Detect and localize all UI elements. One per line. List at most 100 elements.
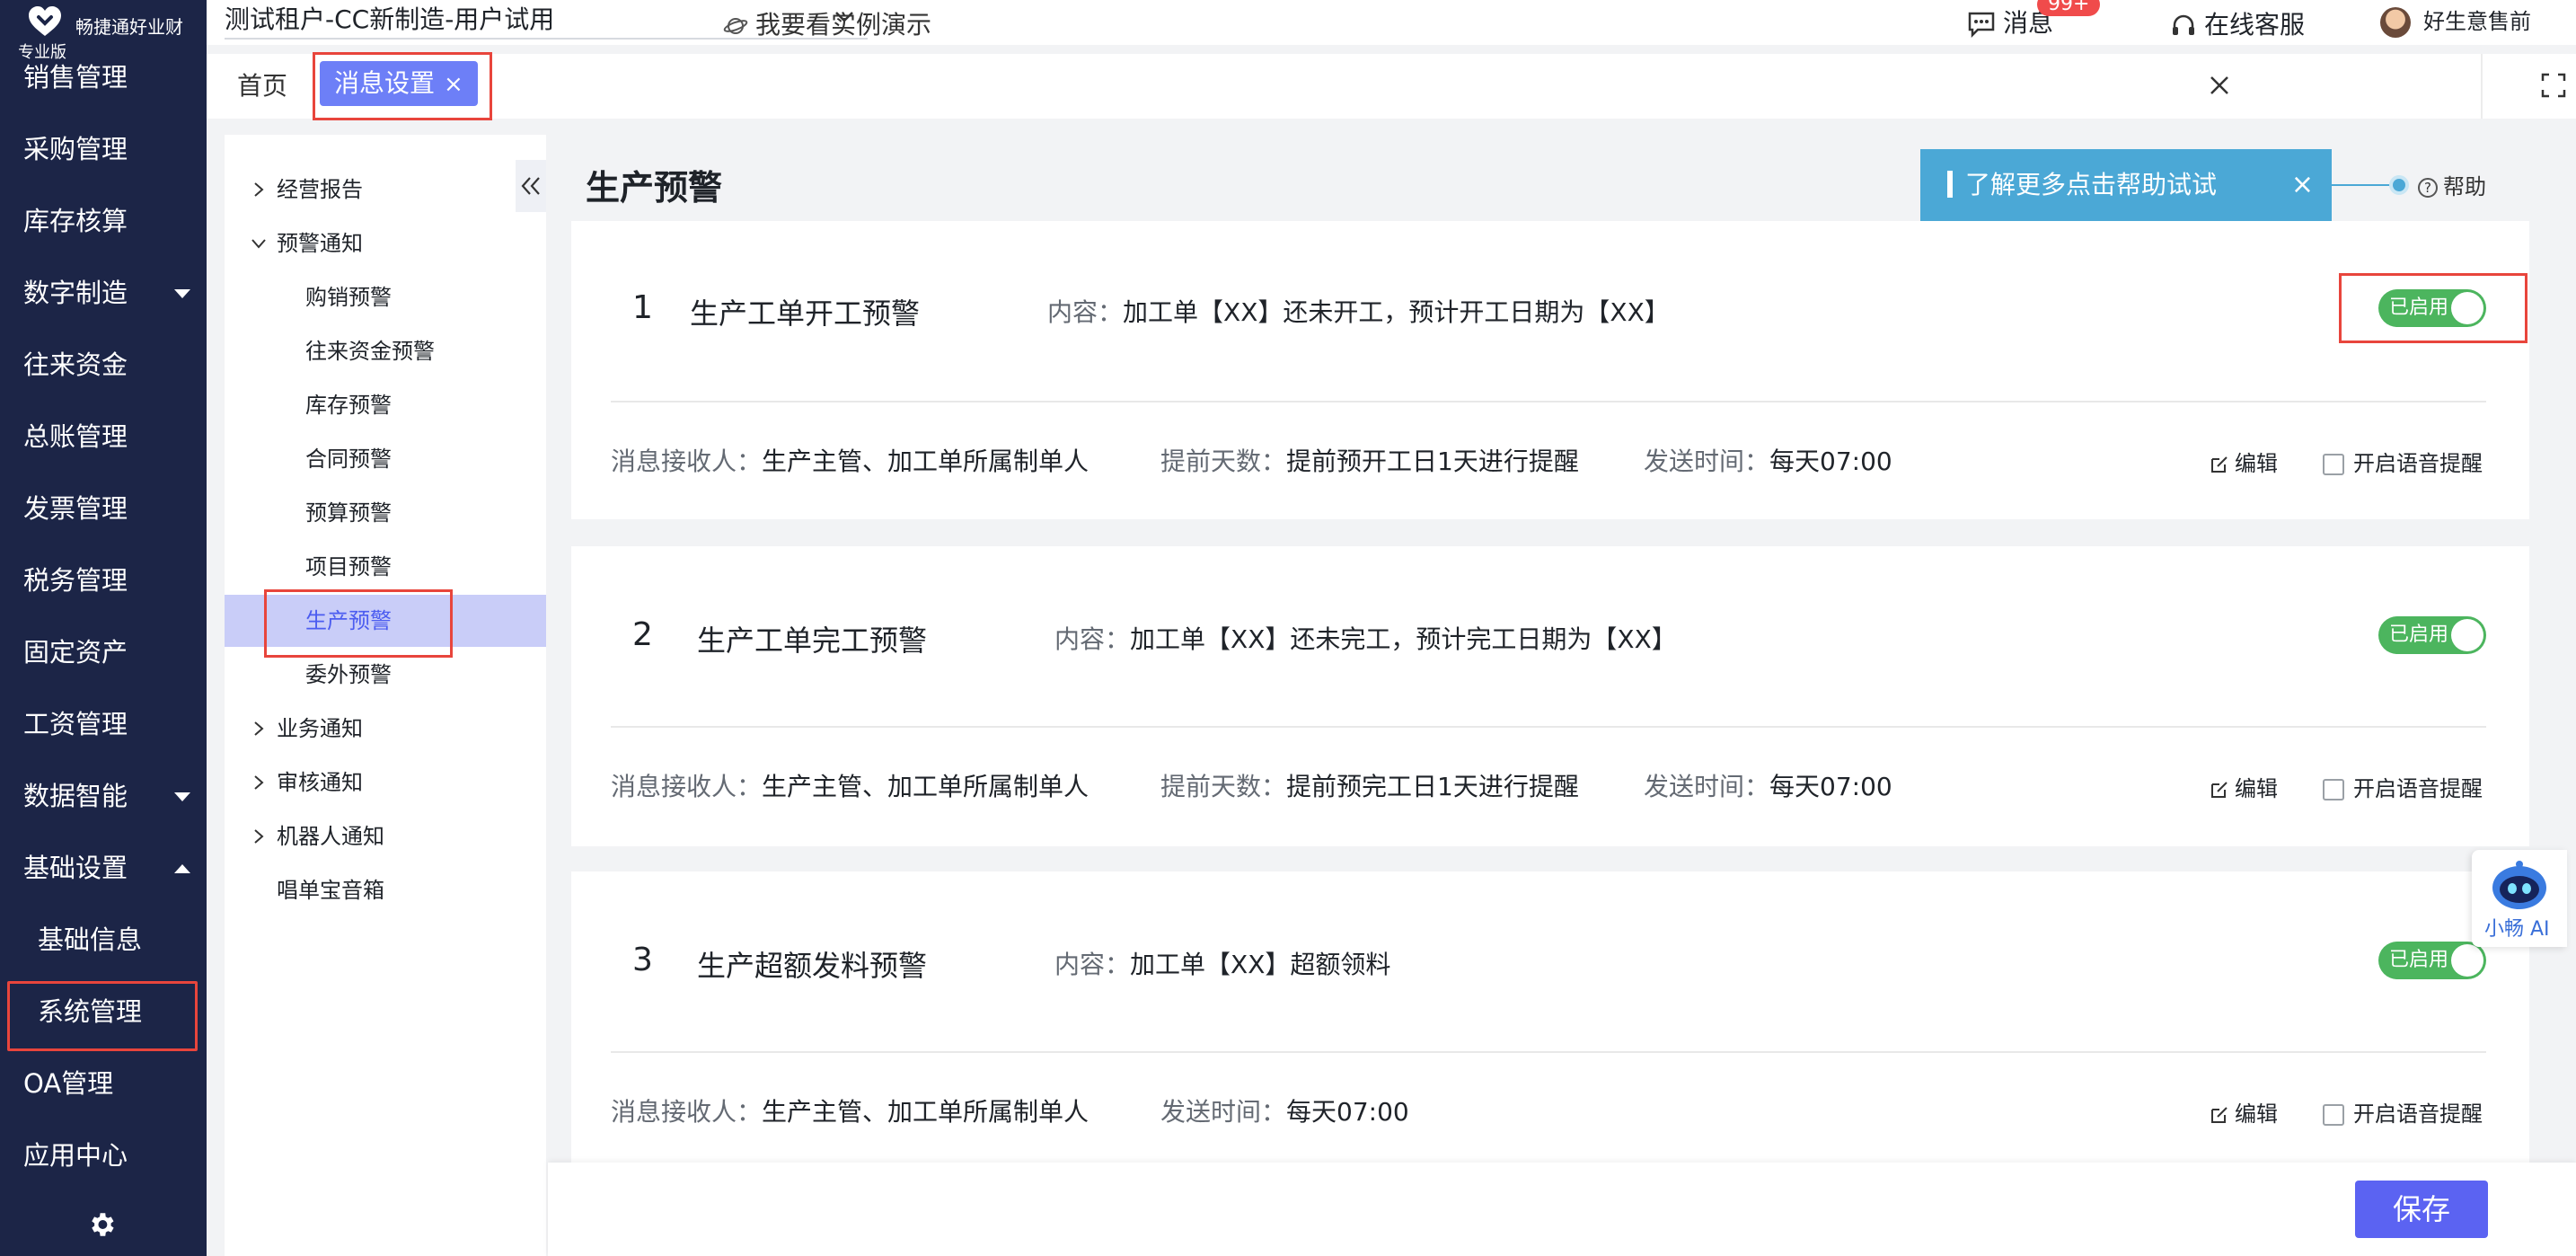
tabbar-divider	[2481, 54, 2483, 119]
user-menu[interactable]: 好生意售前	[2380, 4, 2531, 38]
send-value: 每天07:00	[1769, 772, 1892, 801]
fullscreen-icon[interactable]	[2540, 72, 2567, 99]
help-tip: 了解更多点击帮助试试 ×	[1920, 149, 2332, 221]
nav-item-app-center[interactable]: 应用中心	[0, 1119, 207, 1191]
ai-label: 小畅 AI	[2484, 918, 2550, 941]
gear-icon[interactable]	[86, 1209, 117, 1240]
content-label: 内容：	[1047, 297, 1124, 327]
caret-down-icon	[174, 792, 190, 801]
switch-knob	[2451, 944, 2483, 977]
tab-highlight-outline	[313, 52, 492, 120]
tree-item-contract-alert[interactable]: 合同预警	[225, 433, 546, 485]
nav-item-label: 基础信息	[38, 924, 143, 955]
alert-content: 内容：加工单【XX】还未完工，预计完工日期为【XX】	[1054, 620, 1677, 656]
tree-highlight-outline	[264, 589, 453, 658]
edit-label: 编辑	[2235, 776, 2278, 801]
tree-item-label: 预警通知	[277, 231, 363, 256]
nav-item-label: 工资管理	[23, 709, 128, 739]
nav-item-purchase[interactable]: 采购管理	[0, 113, 207, 185]
recipients: 消息接收人：生产主管、加工单所属制单人	[611, 1092, 1089, 1128]
help-link[interactable]: ? 帮助	[2418, 169, 2486, 200]
tip-connector	[2332, 184, 2395, 186]
nav-item-invoice[interactable]: 发票管理	[0, 473, 207, 544]
alert-title: 生产超额发料预警	[697, 949, 928, 983]
main-sidebar: 销售管理 采购管理 库存核算 数字制造 往来资金 总账管理 发票管理 税务管理 …	[0, 0, 207, 1256]
nav-item-ledger[interactable]: 总账管理	[0, 401, 207, 473]
tree-item-alert-notice[interactable]: 预警通知	[225, 217, 546, 270]
enable-switch[interactable]: 已启用	[2378, 942, 2486, 979]
tree-item-label: 业务通知	[277, 716, 363, 741]
recipients-value: 生产主管、加工单所属制单人	[762, 1097, 1090, 1127]
alert-number: 3	[632, 942, 653, 978]
content-label: 内容：	[1054, 950, 1131, 979]
send-time: 发送时间：每天07:00	[1644, 767, 1892, 803]
tree-item-sales-alert[interactable]: 购销预警	[225, 271, 546, 323]
content-label: 内容：	[1054, 624, 1131, 654]
tree-item-budget-alert[interactable]: 预算预警	[225, 487, 546, 539]
close-icon[interactable]	[2206, 72, 2233, 99]
voice-label: 开启语音提醒	[2353, 451, 2483, 476]
tree-item-approval-notice[interactable]: 审核通知	[225, 756, 546, 809]
voice-reminder-checkbox[interactable]: 开启语音提醒	[2323, 446, 2483, 477]
nav-item-system-management[interactable]: 系统管理	[0, 976, 207, 1051]
tree-item-project-alert[interactable]: 项目预警	[225, 541, 546, 593]
recipients-value: 生产主管、加工单所属制单人	[762, 772, 1090, 801]
edit-button[interactable]: 编辑	[2210, 1096, 2278, 1128]
tree-item-inventory-alert[interactable]: 库存预警	[225, 379, 546, 431]
nav-item-manufacturing[interactable]: 数字制造	[0, 257, 207, 329]
alert-title: 生产工单完工预警	[697, 624, 928, 658]
voice-reminder-checkbox[interactable]: 开启语音提醒	[2323, 1096, 2483, 1128]
brand-logo[interactable]: 畅捷通好业财 专业版	[0, 0, 207, 63]
nav-item-payroll[interactable]: 工资管理	[0, 688, 207, 760]
edit-button[interactable]: 编辑	[2210, 446, 2278, 477]
nav-item-label: 往来资金	[23, 349, 128, 380]
tab-home[interactable]: 首页	[237, 66, 287, 102]
tree-item-robot-notice[interactable]: 机器人通知	[225, 810, 546, 862]
demo-link[interactable]: 我要看实例演示	[723, 5, 931, 41]
ai-assistant[interactable]: 小畅 AI	[2472, 850, 2567, 947]
advance-value: 提前预开工日1天进行提醒	[1286, 447, 1579, 476]
chat-icon	[1968, 12, 1995, 39]
save-button[interactable]: 保存	[2355, 1181, 2488, 1238]
tree-item-label: 委外预警	[305, 662, 392, 687]
help-tip-text: 了解更多点击帮助试试	[1965, 170, 2218, 199]
close-icon[interactable]: ×	[2291, 149, 2314, 221]
help-label: 帮助	[2443, 174, 2486, 199]
top-header: 测试租户-CC新制造-用户试用 我要看实例演示 消息 99+ 在线客服 好生意售…	[207, 0, 2576, 45]
edit-button[interactable]: 编辑	[2210, 771, 2278, 802]
nav-item-label: 应用中心	[23, 1140, 128, 1171]
tenant-name: 测试租户-CC新制造-用户试用	[225, 4, 555, 34]
tree-item-business-notice[interactable]: 业务通知	[225, 703, 546, 755]
settings-tree: 经营报告 预警通知 购销预警 往来资金预警 库存预警 合同预警 预算预警 项目预…	[225, 135, 546, 1256]
nav-item-inventory[interactable]: 库存核算	[0, 185, 207, 257]
alert-number: 1	[632, 289, 653, 326]
brand-name: 畅捷通好业财	[75, 16, 183, 38]
tree-item-label: 项目预警	[305, 554, 392, 579]
tree-item-funds-alert[interactable]: 往来资金预警	[225, 325, 546, 377]
main-nav: 销售管理 采购管理 库存核算 数字制造 往来资金 总账管理 发票管理 税务管理 …	[0, 41, 207, 1191]
tab-bar: 首页 消息设置 ×	[207, 52, 2576, 120]
voice-label: 开启语音提醒	[2353, 776, 2483, 801]
caret-down-icon	[174, 289, 190, 298]
tree-item-business-report[interactable]: 经营报告	[225, 164, 546, 216]
enable-switch[interactable]: 已启用	[2378, 616, 2486, 654]
online-service-button[interactable]: 在线客服	[2170, 5, 2305, 41]
tree-item-speaker[interactable]: 唱单宝音箱	[225, 864, 546, 916]
avatar	[2380, 7, 2411, 38]
voice-reminder-checkbox[interactable]: 开启语音提醒	[2323, 771, 2483, 802]
nav-item-data-intelligence[interactable]: 数据智能	[0, 760, 207, 832]
nav-item-fixed-assets[interactable]: 固定资产	[0, 616, 207, 688]
nav-item-tax[interactable]: 税务管理	[0, 544, 207, 616]
recipients-label: 消息接收人：	[611, 1097, 763, 1127]
alert-title: 生产工单开工预警	[690, 296, 921, 331]
nav-item-basic-settings[interactable]: 基础设置	[0, 832, 207, 904]
alert-card: 3 生产超额发料预警 内容：加工单【XX】超额领料 已启用 消息接收人：生产主管…	[571, 871, 2529, 1168]
switch-label: 已启用	[2389, 624, 2449, 646]
send-time: 发送时间：每天07:00	[1160, 1092, 1409, 1128]
nav-item-basic-info[interactable]: 基础信息	[0, 904, 207, 976]
nav-item-funds[interactable]: 往来资金	[0, 329, 207, 401]
brand-edition: 专业版	[18, 43, 66, 62]
nav-item-oa[interactable]: OA管理	[0, 1048, 207, 1119]
checkbox-box	[2323, 454, 2344, 475]
nav-item-label: 系统管理	[38, 996, 143, 1027]
